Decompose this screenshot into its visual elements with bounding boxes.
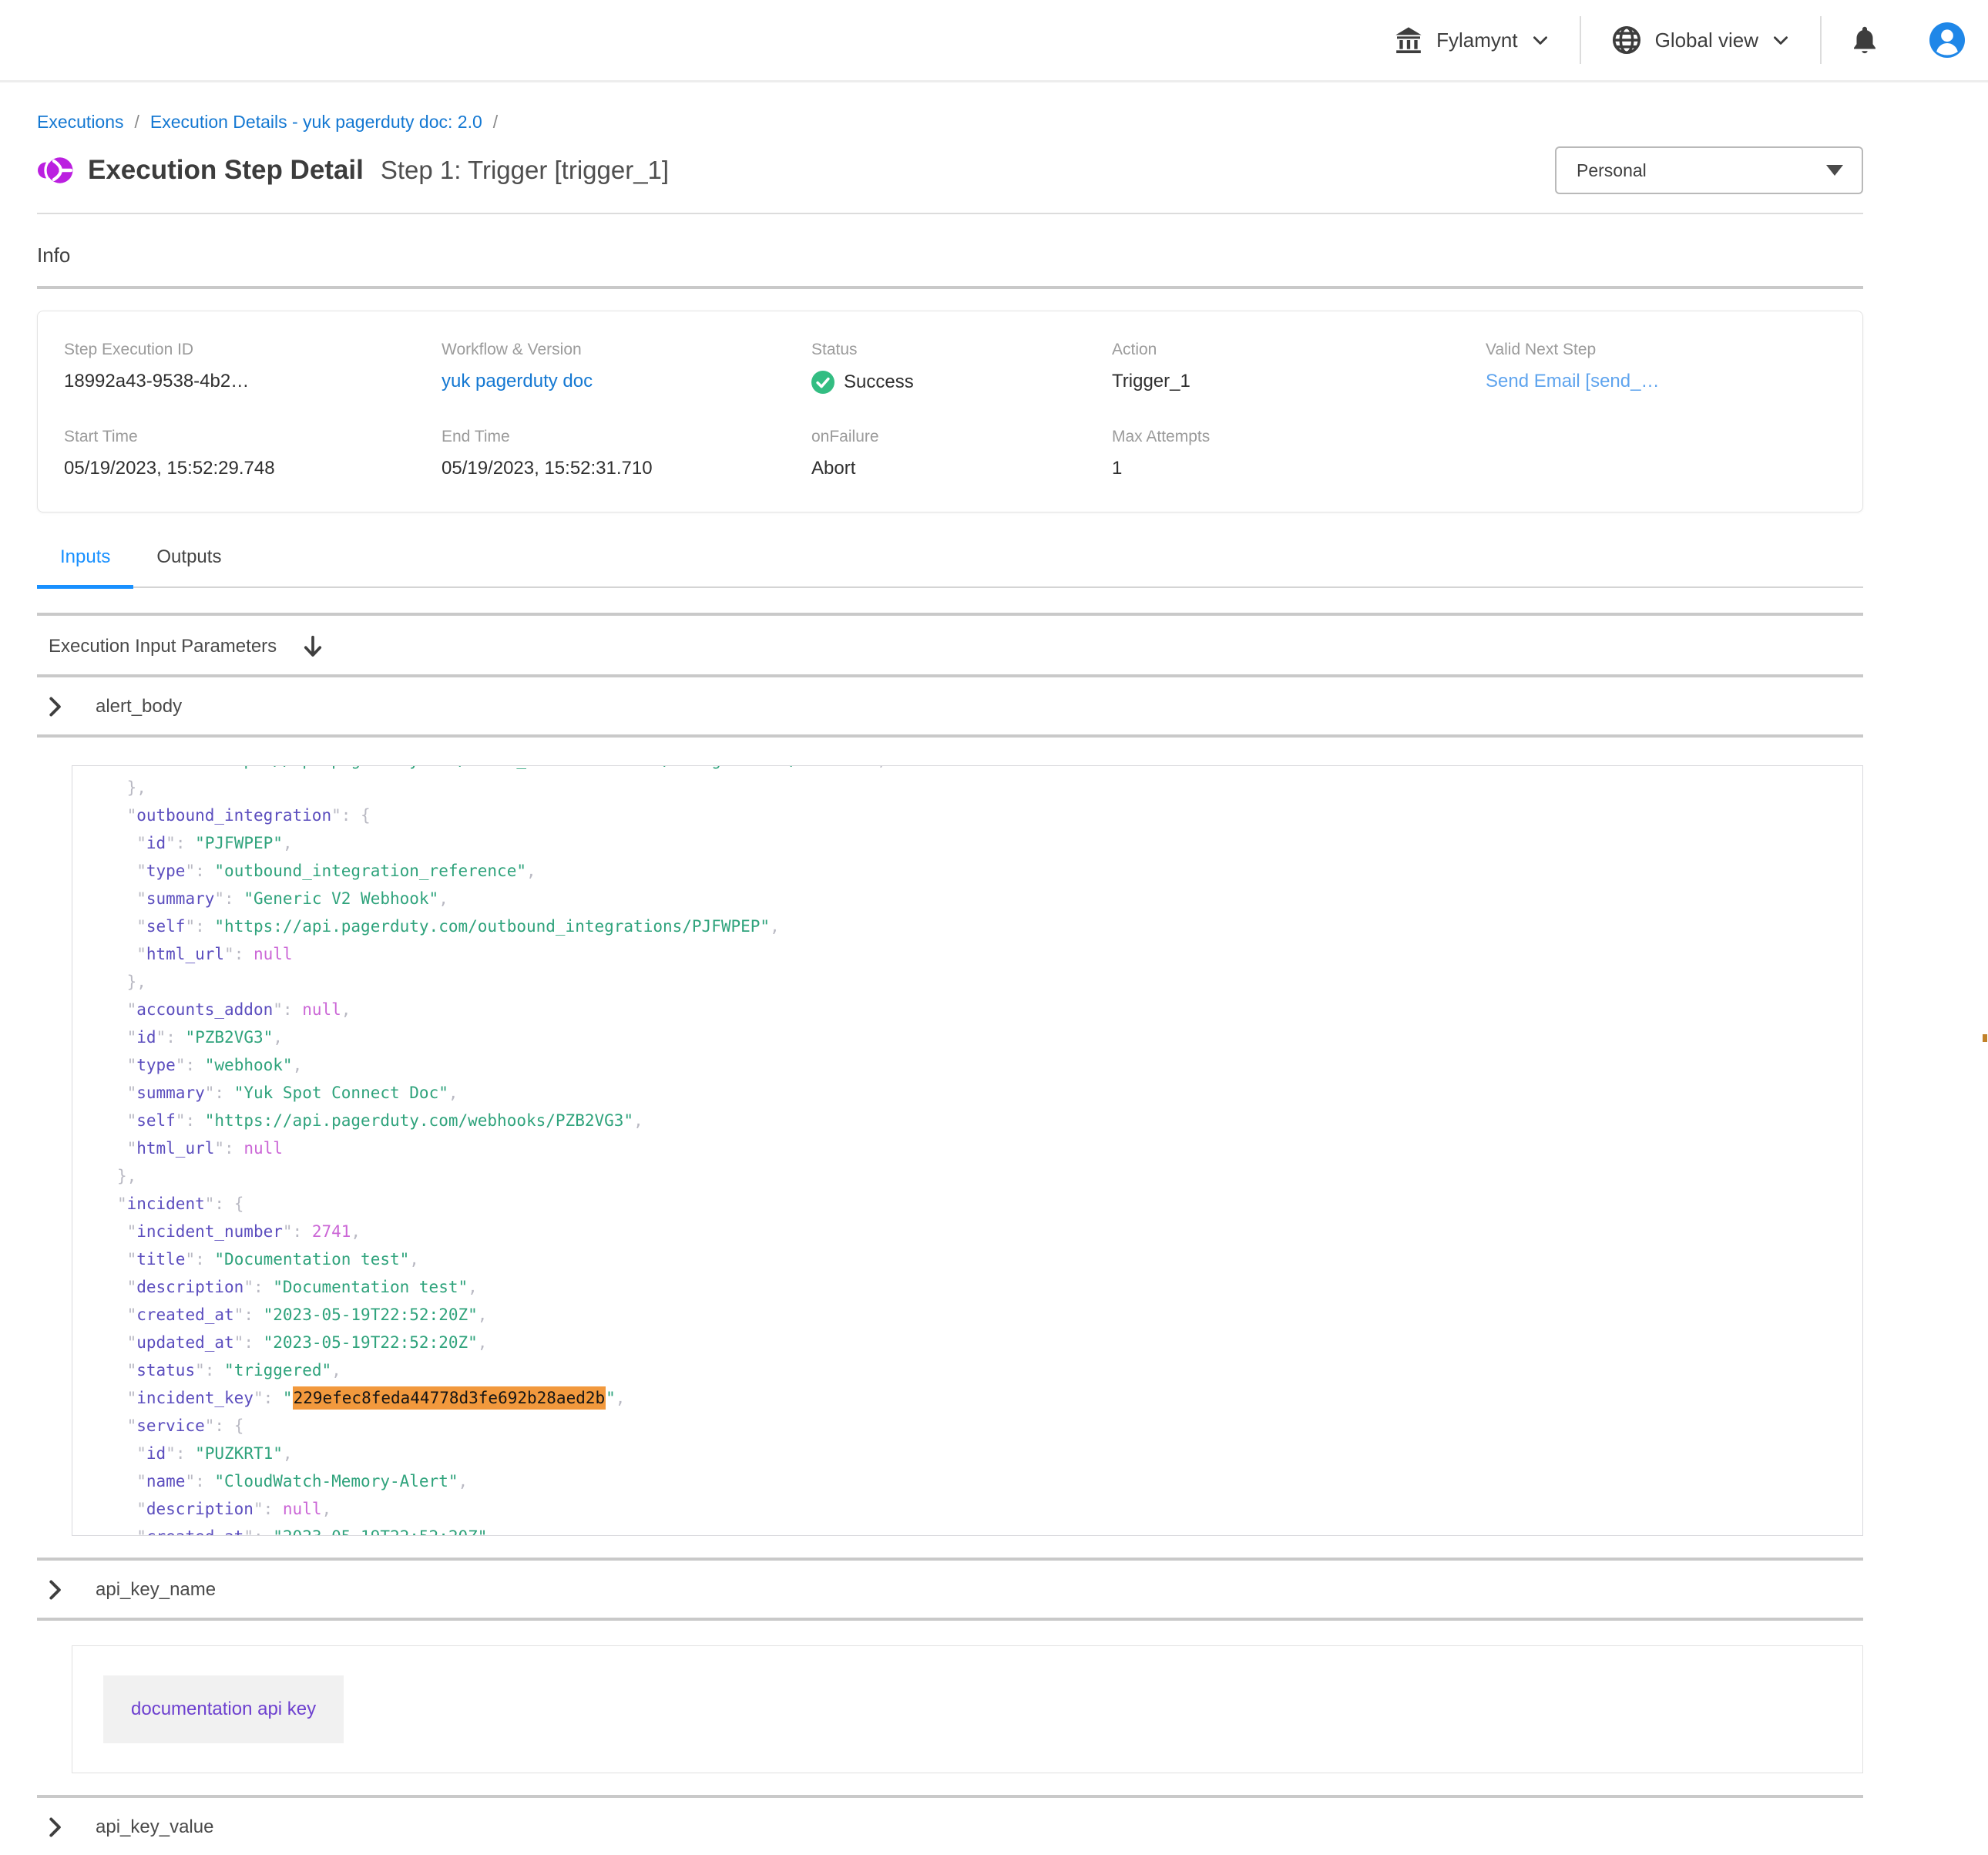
- info-field: [1486, 428, 1836, 479]
- caret-down-icon: [1826, 165, 1843, 176]
- info-field-value: 05/19/2023, 15:52:31.710: [442, 458, 811, 479]
- execution-input-parameters-label: Execution Input Parameters: [49, 636, 277, 657]
- divider: [37, 1618, 1863, 1621]
- header-separator: [1820, 16, 1822, 64]
- globe-icon: [1610, 24, 1643, 56]
- info-card: Step Execution ID 18992a43-9538-4b2…Workf…: [37, 311, 1863, 512]
- execution-input-parameters-header: Execution Input Parameters: [37, 616, 1863, 674]
- tab-inputs[interactable]: Inputs: [37, 546, 133, 586]
- param-label-api-key-name: api_key_name: [96, 1579, 216, 1601]
- title-row: Execution Step Detail Step 1: Trigger [t…: [37, 146, 1863, 194]
- info-field-value[interactable]: yuk pagerduty doc: [442, 371, 811, 392]
- info-field-label: Valid Next Step: [1486, 341, 1836, 359]
- account-name: Fylamynt: [1436, 29, 1517, 52]
- bank-icon: [1393, 25, 1424, 55]
- info-field-label: Step Execution ID: [64, 341, 442, 359]
- chevron-down-icon: [1530, 30, 1550, 50]
- api-key-name-chip: documentation api key: [103, 1675, 344, 1743]
- notifications-bell-icon[interactable]: [1851, 25, 1879, 55]
- view-switcher[interactable]: Global view: [1610, 24, 1791, 56]
- info-field-value: 05/19/2023, 15:52:29.748: [64, 458, 442, 479]
- chevron-right-icon: [46, 1816, 63, 1838]
- breadcrumb-separator: /: [135, 112, 139, 133]
- chevron-right-icon: [46, 696, 63, 717]
- info-field-value: 18992a43-9538-4b2…: [64, 371, 442, 392]
- breadcrumb-separator: /: [493, 112, 498, 133]
- info-field-value[interactable]: Send Email [send_…: [1486, 371, 1836, 392]
- info-field-value: Success: [811, 371, 1112, 394]
- scope-select-value: Personal: [1577, 160, 1647, 181]
- arrow-down-icon[interactable]: [301, 634, 324, 659]
- info-field-label: Start Time: [64, 428, 442, 446]
- scope-select[interactable]: Personal: [1555, 146, 1863, 194]
- view-name: Global view: [1655, 29, 1758, 52]
- scrollbar-highlight-marker[interactable]: [1983, 1034, 1987, 1042]
- info-field-value: 1: [1112, 458, 1486, 479]
- param-label-api-key-value: api_key_value: [96, 1816, 213, 1838]
- info-field: End Time 05/19/2023, 15:52:31.710: [442, 428, 811, 479]
- info-field: Action Trigger_1: [1112, 341, 1486, 394]
- param-row-api-key-value[interactable]: api_key_value: [37, 1798, 1863, 1855]
- info-field: onFailure Abort: [811, 428, 1112, 479]
- breadcrumb: Executions / Execution Details - yuk pag…: [37, 112, 1863, 133]
- info-field-label: End Time: [442, 428, 811, 446]
- page-title: Execution Step Detail: [88, 155, 364, 186]
- success-check-icon: [811, 371, 834, 394]
- info-field-value: Abort: [811, 458, 1112, 479]
- breadcrumb-executions[interactable]: Executions: [37, 112, 124, 133]
- info-field: Max Attempts 1: [1112, 428, 1486, 479]
- info-field: Valid Next Step Send Email [send_…: [1486, 341, 1836, 394]
- account-switcher[interactable]: Fylamynt: [1393, 25, 1550, 55]
- divider: [37, 286, 1863, 289]
- info-field-label: Action: [1112, 341, 1486, 359]
- param-row-api-key-name[interactable]: api_key_name: [37, 1561, 1863, 1618]
- workflow-logo-icon: [37, 154, 74, 187]
- tab-bar: Inputs Outputs: [37, 546, 1863, 588]
- param-row-alert-body[interactable]: alert_body: [37, 677, 1863, 734]
- info-field: Workflow & Version yuk pagerduty doc: [442, 341, 811, 394]
- param-label-alert-body: alert_body: [96, 696, 182, 717]
- tab-outputs[interactable]: Outputs: [133, 546, 244, 586]
- json-code: "self": "https://api.pagerduty.com/event…: [88, 765, 1862, 1536]
- info-field-label: Max Attempts: [1112, 428, 1486, 446]
- api-key-name-card: documentation api key: [72, 1645, 1863, 1773]
- divider: [37, 734, 1863, 738]
- info-field-value: Trigger_1: [1112, 371, 1486, 392]
- page-subtitle: Step 1: Trigger [trigger_1]: [381, 156, 669, 185]
- info-field: Start Time 05/19/2023, 15:52:29.748: [64, 428, 442, 479]
- info-field: Status Success: [811, 341, 1112, 394]
- header-separator: [1580, 16, 1581, 64]
- info-field-label: Status: [811, 341, 1112, 359]
- divider: [37, 213, 1863, 214]
- chevron-down-icon: [1771, 30, 1791, 50]
- info-field: Step Execution ID 18992a43-9538-4b2…: [64, 341, 442, 394]
- breadcrumb-execution-details[interactable]: Execution Details - yuk pagerduty doc: 2…: [150, 112, 482, 133]
- user-avatar[interactable]: [1929, 22, 1965, 58]
- alert-body-json-viewer: "self": "https://api.pagerduty.com/event…: [72, 765, 1863, 1536]
- main-content: Executions / Execution Details - yuk pag…: [0, 112, 1988, 1855]
- info-section-title: Info: [37, 244, 1863, 267]
- top-header: Fylamynt Global view: [0, 0, 1988, 82]
- info-field-label: Workflow & Version: [442, 341, 811, 359]
- chevron-right-icon: [46, 1579, 63, 1601]
- info-field-label: onFailure: [811, 428, 1112, 446]
